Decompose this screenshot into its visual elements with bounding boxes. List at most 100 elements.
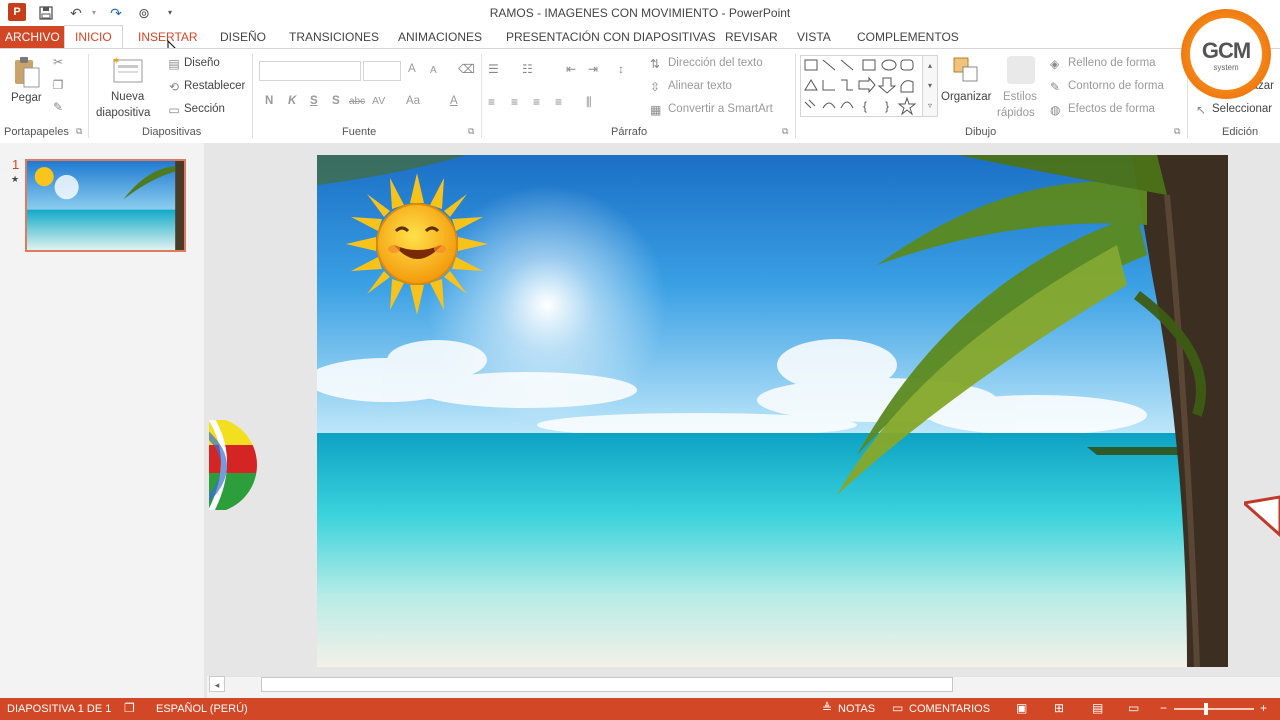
- align-text-button[interactable]: Alinear texto: [668, 80, 732, 92]
- shape-outline-icon[interactable]: ✎: [1050, 80, 1060, 94]
- zoom-slider-thumb[interactable]: [1204, 703, 1208, 715]
- beach-ball-image[interactable]: [209, 420, 259, 510]
- animation-star-icon: ★: [11, 174, 20, 184]
- format-painter-icon[interactable]: ✎: [50, 100, 66, 114]
- paste-button[interactable]: Pegar: [11, 92, 42, 104]
- columns-icon[interactable]: ⫼: [586, 95, 592, 110]
- quick-styles-icon[interactable]: [1007, 56, 1035, 84]
- shrink-font-button[interactable]: A: [430, 65, 437, 76]
- reading-view-icon[interactable]: ▤: [1092, 701, 1103, 715]
- shape-effects-button[interactable]: Efectos de forma: [1068, 103, 1155, 115]
- text-direction-button[interactable]: Dirección del texto: [668, 57, 763, 69]
- bullets-icon[interactable]: ☰: [488, 62, 499, 76]
- align-center-icon[interactable]: ≡: [511, 95, 518, 109]
- language-indicator[interactable]: ESPAÑOL (PERÚ): [156, 703, 248, 715]
- spellcheck-icon[interactable]: ❐: [124, 701, 135, 715]
- tab-archivo[interactable]: ARCHIVO: [0, 26, 65, 48]
- logo-text: GCM: [1201, 38, 1251, 63]
- select-icon[interactable]: ↖: [1196, 103, 1206, 117]
- smartart-icon[interactable]: ▦: [650, 103, 661, 117]
- shape-fill-icon[interactable]: ◈: [1050, 57, 1059, 71]
- decrease-indent-icon[interactable]: ⇤: [566, 62, 576, 76]
- zoom-in-icon[interactable]: +: [1260, 701, 1267, 715]
- tab-transiciones[interactable]: TRANSICIONES: [279, 26, 389, 48]
- slide-thumbnail[interactable]: [25, 159, 186, 252]
- paste-icon[interactable]: [12, 56, 42, 90]
- underline-button[interactable]: S: [310, 95, 318, 107]
- shape-fill-button[interactable]: Relleno de forma: [1068, 57, 1156, 69]
- comments-button[interactable]: COMENTARIOS: [909, 703, 990, 715]
- quick-styles-label-2[interactable]: rápidos: [997, 107, 1035, 119]
- copy-icon[interactable]: ❐: [50, 78, 66, 92]
- shape-outline-button[interactable]: Contorno de forma: [1068, 80, 1164, 92]
- notes-icon[interactable]: ≜: [822, 701, 832, 715]
- group-label-editing: Edición: [1222, 126, 1259, 138]
- text-direction-icon[interactable]: ⇅: [650, 57, 660, 71]
- clipboard-launcher-icon[interactable]: ⧉: [76, 126, 82, 137]
- convert-smartart-button[interactable]: Convertir a SmartArt: [668, 103, 773, 115]
- comments-icon[interactable]: ▭: [892, 701, 903, 715]
- align-right-icon[interactable]: ≡: [533, 95, 540, 109]
- new-slide-label-2[interactable]: diapositiva: [96, 107, 150, 119]
- tab-animaciones[interactable]: ANIMACIONES: [388, 26, 492, 48]
- reset-button[interactable]: Restablecer: [184, 80, 245, 92]
- group-label-drawing: Dibujo: [965, 126, 997, 138]
- scroll-left-icon[interactable]: ◂: [209, 676, 225, 692]
- font-color-button[interactable]: A: [450, 95, 458, 107]
- tab-complementos[interactable]: COMPLEMENTOS: [847, 26, 969, 48]
- shapes-gallery-scroll[interactable]: ▴ ▾ ▿: [922, 55, 938, 117]
- section-icon[interactable]: ▭: [167, 103, 181, 117]
- grow-font-button[interactable]: A: [408, 63, 416, 75]
- shapes-gallery[interactable]: { }: [800, 55, 938, 117]
- increase-indent-icon[interactable]: ⇥: [588, 62, 598, 76]
- align-left-icon[interactable]: ≡: [488, 95, 495, 109]
- zoom-out-icon[interactable]: −: [1160, 701, 1167, 715]
- sun-cartoon-image[interactable]: [346, 173, 488, 320]
- shape-effects-icon[interactable]: ◍: [1050, 103, 1060, 117]
- tab-vista[interactable]: VISTA: [787, 26, 841, 48]
- align-text-icon[interactable]: ⇳: [650, 80, 660, 94]
- slide-sorter-icon[interactable]: ⊞: [1054, 701, 1064, 715]
- select-button[interactable]: Seleccionar: [1212, 103, 1272, 115]
- tab-presentacion[interactable]: PRESENTACIÓN CON DIAPOSITIVAS: [496, 26, 726, 48]
- shadow-button[interactable]: S: [332, 95, 340, 107]
- notes-button[interactable]: NOTAS: [838, 703, 875, 715]
- quick-styles-label-1[interactable]: Estilos: [1003, 91, 1037, 103]
- justify-icon[interactable]: ≡: [555, 95, 562, 109]
- paragraph-launcher-icon[interactable]: ⧉: [782, 126, 788, 137]
- clear-format-icon[interactable]: ⌫: [458, 62, 475, 76]
- slideshow-view-icon[interactable]: ▭: [1128, 701, 1139, 715]
- strikethrough-button[interactable]: abc: [349, 96, 365, 107]
- cut-icon[interactable]: ✂: [50, 55, 66, 69]
- numbering-icon[interactable]: ☷: [522, 62, 533, 76]
- layout-icon[interactable]: ▤: [167, 57, 181, 71]
- char-spacing-button[interactable]: AV: [372, 95, 385, 107]
- change-case-button[interactable]: Aa: [406, 95, 420, 107]
- reset-icon[interactable]: ⟲: [167, 80, 181, 94]
- zoom-slider[interactable]: [1174, 708, 1254, 710]
- arrange-icon[interactable]: [952, 56, 980, 89]
- drawing-launcher-icon[interactable]: ⧉: [1174, 126, 1180, 137]
- font-name-select[interactable]: [259, 61, 361, 81]
- tab-inicio[interactable]: INICIO: [64, 25, 123, 48]
- new-slide-icon[interactable]: ✶: [112, 56, 144, 89]
- offslide-object-image[interactable]: [1240, 495, 1280, 540]
- svg-text:{: {: [863, 99, 867, 113]
- font-size-select[interactable]: [363, 61, 401, 81]
- layout-button[interactable]: Diseño: [184, 57, 220, 69]
- font-launcher-icon[interactable]: ⧉: [468, 126, 474, 137]
- line-spacing-icon[interactable]: ↕: [618, 62, 624, 76]
- scrollbar-thumb[interactable]: [261, 677, 953, 692]
- group-divider: [481, 54, 482, 138]
- tab-revisar[interactable]: REVISAR: [715, 26, 788, 48]
- bold-button[interactable]: N: [265, 95, 273, 107]
- group-divider: [795, 54, 796, 138]
- group-label-clipboard: Portapapeles: [4, 126, 69, 138]
- new-slide-label-1[interactable]: Nueva: [111, 91, 144, 103]
- italic-button[interactable]: K: [288, 95, 296, 107]
- normal-view-icon[interactable]: ▣: [1016, 701, 1027, 715]
- section-button[interactable]: Sección: [184, 103, 225, 115]
- tab-diseno[interactable]: DISEÑO: [210, 26, 276, 48]
- group-divider: [88, 54, 89, 138]
- arrange-button[interactable]: Organizar: [941, 91, 992, 103]
